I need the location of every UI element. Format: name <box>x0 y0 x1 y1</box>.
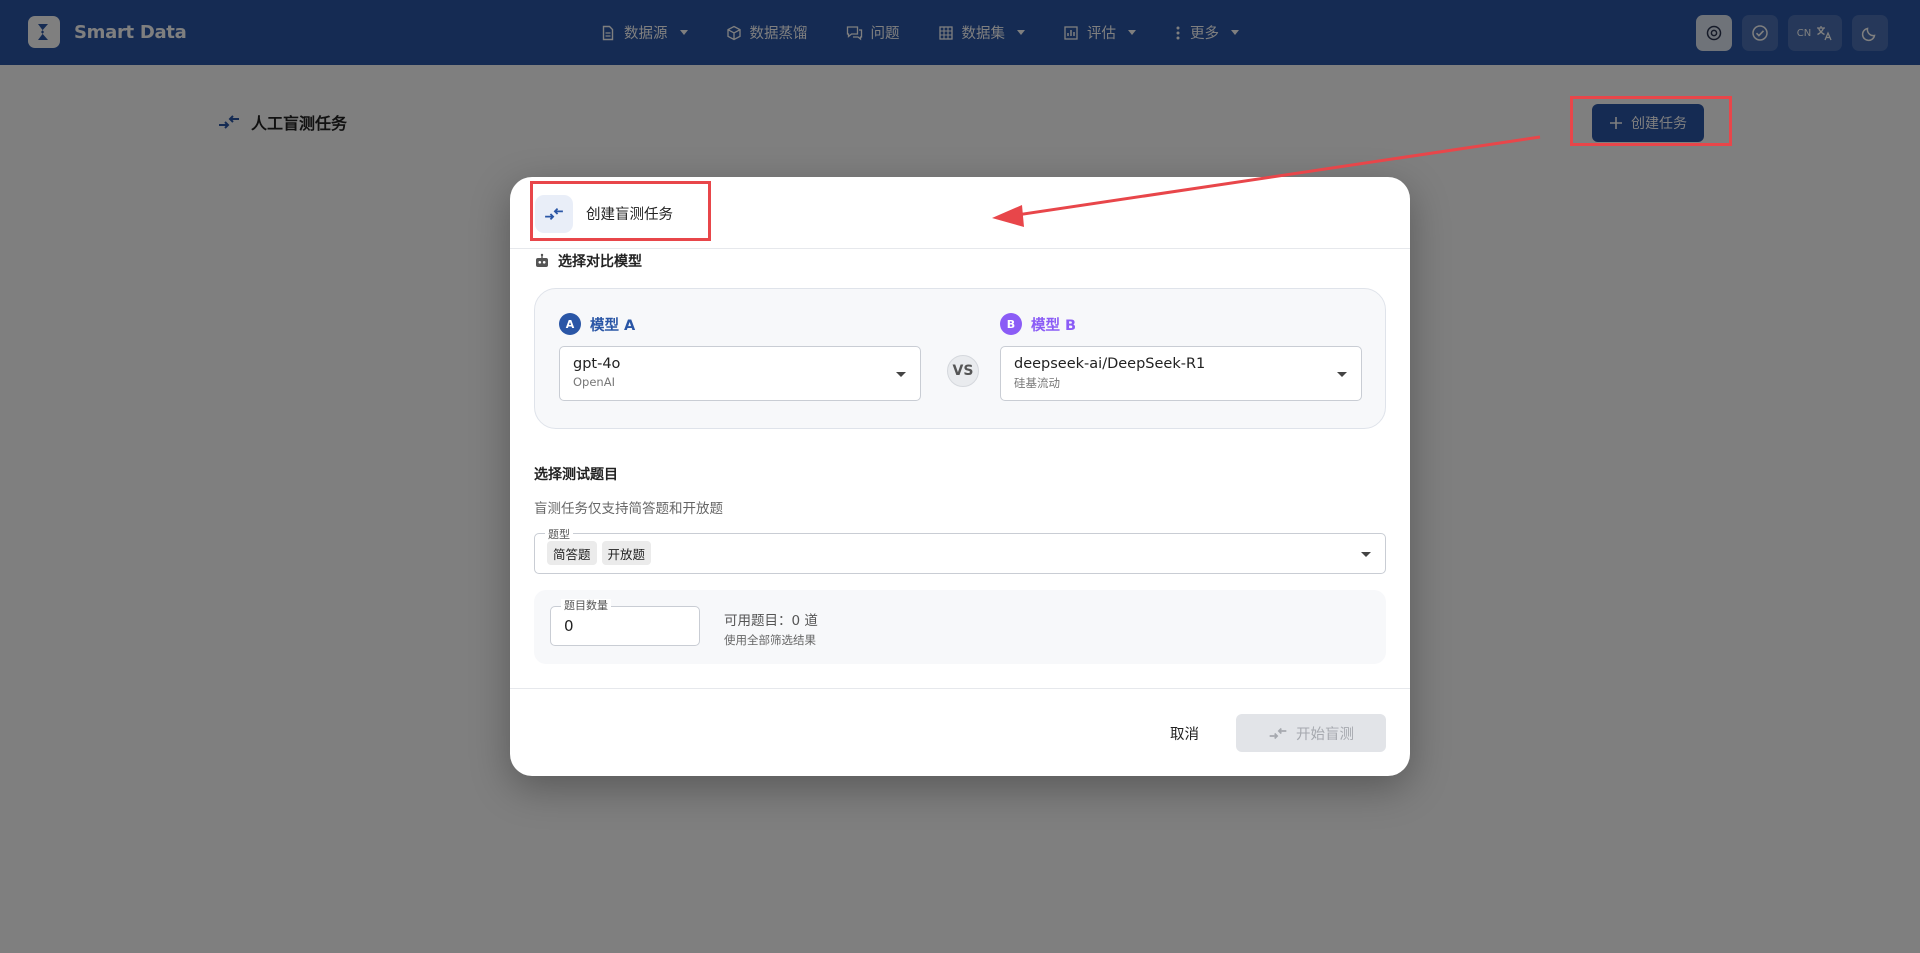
model-compare-panel: A 模型 A gpt-4o OpenAI VS B 模型 B deepseek-… <box>534 288 1386 429</box>
question-type-legend: 题型 <box>545 526 573 542</box>
dialog-footer-divider <box>510 688 1410 689</box>
model-b-header: B 模型 B <box>1000 313 1362 335</box>
model-b-select[interactable]: deepseek-ai/DeepSeek-R1 硅基流动 <box>1000 346 1362 401</box>
chevron-down-icon <box>1337 372 1347 377</box>
model-b-label: 模型 B <box>1031 317 1077 334</box>
create-blind-test-dialog: 创建盲测任务 选择对比模型 A 模型 A gpt-4o OpenAI VS B … <box>510 177 1410 776</box>
question-count-panel: 题目数量 可用题目：0 道 使用全部筛选结果 <box>534 590 1386 664</box>
model-a-badge: A <box>559 313 581 335</box>
question-count-field[interactable]: 题目数量 <box>550 599 700 646</box>
model-a-name: gpt-4o <box>573 356 621 372</box>
start-blind-test-button[interactable]: 开始盲测 <box>1236 714 1386 752</box>
model-section-text: 选择对比模型 <box>558 254 642 270</box>
question-type-select[interactable]: 题型 简答题 开放题 <box>534 526 1386 574</box>
model-b-column: B 模型 B deepseek-ai/DeepSeek-R1 硅基流动 <box>1000 313 1362 401</box>
dialog-title: 创建盲测任务 <box>586 207 673 223</box>
model-b-badge: B <box>1000 313 1022 335</box>
question-count-legend: 题目数量 <box>561 599 611 613</box>
model-a-label: 模型 A <box>590 317 636 334</box>
start-blind-test-label: 开始盲测 <box>1296 726 1354 743</box>
chevron-down-icon <box>896 372 906 377</box>
question-section-label: 选择测试题目 <box>534 467 618 483</box>
model-a-provider: OpenAI <box>573 375 615 389</box>
compare-arrows-icon <box>1269 727 1287 739</box>
model-b-name: deepseek-ai/DeepSeek-R1 <box>1014 356 1206 372</box>
available-questions-text: 可用题目：0 道 <box>724 613 818 629</box>
question-type-chip[interactable]: 简答题 <box>547 541 597 565</box>
compare-arrows-icon <box>535 195 573 233</box>
model-a-column: A 模型 A gpt-4o OpenAI <box>559 313 921 401</box>
vs-badge: VS <box>947 355 979 387</box>
question-type-hint: 盲测任务仅支持简答题和开放题 <box>534 501 723 517</box>
dialog-header: 创建盲测任务 <box>510 177 1410 249</box>
chevron-down-icon <box>1361 552 1371 557</box>
model-b-provider: 硅基流动 <box>1014 376 1060 390</box>
model-a-select[interactable]: gpt-4o OpenAI <box>559 346 921 401</box>
question-type-chip[interactable]: 开放题 <box>601 541 652 565</box>
model-section-label: 选择对比模型 <box>534 251 642 271</box>
available-questions-subtext: 使用全部筛选结果 <box>724 633 816 647</box>
question-count-input[interactable] <box>564 617 684 635</box>
question-type-chips: 简答题 开放题 <box>547 541 652 565</box>
robot-icon <box>536 253 548 267</box>
model-a-header: A 模型 A <box>559 313 921 335</box>
cancel-button[interactable]: 取消 <box>1170 723 1199 744</box>
